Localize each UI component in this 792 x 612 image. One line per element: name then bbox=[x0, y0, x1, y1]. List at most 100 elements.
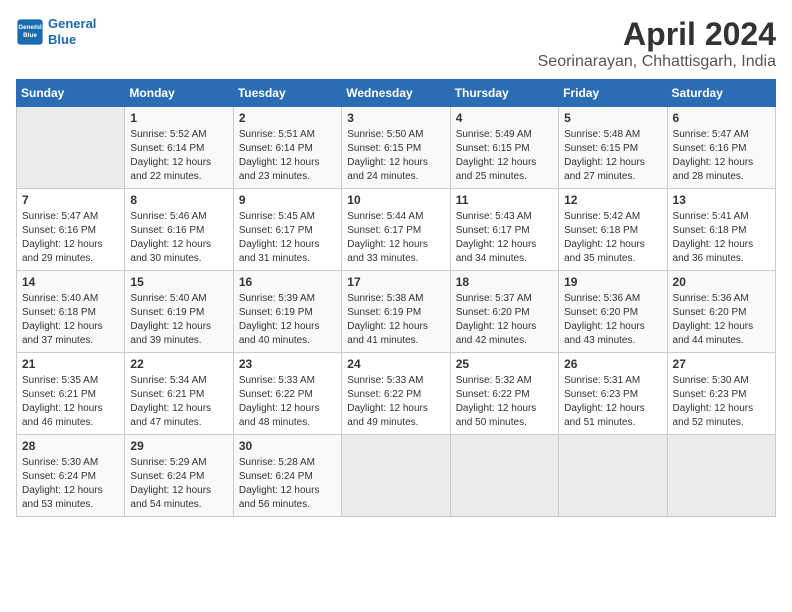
day-number: 10 bbox=[347, 193, 444, 207]
day-info: Sunrise: 5:36 AMSunset: 6:20 PMDaylight:… bbox=[673, 292, 770, 348]
day-info: Sunrise: 5:32 AMSunset: 6:22 PMDaylight:… bbox=[456, 374, 553, 430]
calendar-cell: 11 Sunrise: 5:43 AMSunset: 6:17 PMDayligh… bbox=[450, 189, 558, 271]
calendar-cell: 20 Sunrise: 5:36 AMSunset: 6:20 PMDayligh… bbox=[667, 271, 775, 353]
calendar-cell: 14 Sunrise: 5:40 AMSunset: 6:18 PMDayligh… bbox=[17, 271, 125, 353]
day-number: 29 bbox=[130, 439, 227, 453]
calendar-cell: 17Sunrise: 5:38 AMSunset: 6:19 PMDayligh… bbox=[342, 271, 450, 353]
day-info: Sunrise: 5:51 AMSunset: 6:14 PMDaylight:… bbox=[239, 128, 336, 184]
calendar-cell: 8 Sunrise: 5:46 AMSunset: 6:16 PMDaylight… bbox=[125, 189, 233, 271]
calendar-cell: 23 Sunrise: 5:33 AMSunset: 6:22 PMDayligh… bbox=[233, 353, 341, 435]
calendar-cell: 27Sunrise: 5:30 AMSunset: 6:23 PMDayligh… bbox=[667, 353, 775, 435]
week-row-5: 28 Sunrise: 5:30 AMSunset: 6:24 PMDayligh… bbox=[17, 435, 776, 517]
logo-line2: Blue bbox=[48, 32, 76, 47]
day-number: 25 bbox=[456, 357, 553, 371]
calendar-cell: 25 Sunrise: 5:32 AMSunset: 6:22 PMDayligh… bbox=[450, 353, 558, 435]
logo: General Blue General Blue bbox=[16, 16, 96, 47]
calendar-cell: 5Sunrise: 5:48 AMSunset: 6:15 PMDaylight… bbox=[559, 107, 667, 189]
logo-line1: General bbox=[48, 16, 96, 31]
day-info: Sunrise: 5:40 AMSunset: 6:19 PMDaylight:… bbox=[130, 292, 227, 348]
day-info: Sunrise: 5:50 AMSunset: 6:15 PMDaylight:… bbox=[347, 128, 444, 184]
day-number: 13 bbox=[673, 193, 770, 207]
calendar-table: SundayMondayTuesdayWednesdayThursdayFrid… bbox=[16, 79, 776, 517]
day-info: Sunrise: 5:31 AMSunset: 6:23 PMDaylight:… bbox=[564, 374, 661, 430]
day-number: 6 bbox=[673, 111, 770, 125]
day-number: 30 bbox=[239, 439, 336, 453]
week-row-1: 1 Sunrise: 5:52 AMSunset: 6:14 PMDaylight… bbox=[17, 107, 776, 189]
calendar-cell: 10Sunrise: 5:44 AMSunset: 6:17 PMDayligh… bbox=[342, 189, 450, 271]
day-number: 5 bbox=[564, 111, 661, 125]
day-info: Sunrise: 5:37 AMSunset: 6:20 PMDaylight:… bbox=[456, 292, 553, 348]
calendar-subtitle: Seorinarayan, Chhattisgarh, India bbox=[538, 53, 776, 71]
week-row-2: 7Sunrise: 5:47 AMSunset: 6:16 PMDaylight… bbox=[17, 189, 776, 271]
calendar-cell: 3 Sunrise: 5:50 AMSunset: 6:15 PMDaylight… bbox=[342, 107, 450, 189]
calendar-cell: 26 Sunrise: 5:31 AMSunset: 6:23 PMDayligh… bbox=[559, 353, 667, 435]
day-number: 8 bbox=[130, 193, 227, 207]
calendar-cell bbox=[450, 435, 558, 517]
day-info: Sunrise: 5:47 AMSunset: 6:16 PMDaylight:… bbox=[22, 210, 119, 266]
weekday-header-tuesday: Tuesday bbox=[233, 80, 341, 107]
header: General Blue General Blue April 2024 Seo… bbox=[16, 16, 776, 71]
day-info: Sunrise: 5:47 AMSunset: 6:16 PMDaylight:… bbox=[673, 128, 770, 184]
day-number: 3 bbox=[347, 111, 444, 125]
weekday-header-saturday: Saturday bbox=[667, 80, 775, 107]
day-info: Sunrise: 5:41 AMSunset: 6:18 PMDaylight:… bbox=[673, 210, 770, 266]
day-info: Sunrise: 5:43 AMSunset: 6:17 PMDaylight:… bbox=[456, 210, 553, 266]
logo-icon: General Blue bbox=[16, 18, 44, 46]
week-row-4: 21 Sunrise: 5:35 AMSunset: 6:21 PMDayligh… bbox=[17, 353, 776, 435]
calendar-cell: 13 Sunrise: 5:41 AMSunset: 6:18 PMDayligh… bbox=[667, 189, 775, 271]
weekday-header-row: SundayMondayTuesdayWednesdayThursdayFrid… bbox=[17, 80, 776, 107]
day-info: Sunrise: 5:33 AMSunset: 6:22 PMDaylight:… bbox=[239, 374, 336, 430]
calendar-cell: 7Sunrise: 5:47 AMSunset: 6:16 PMDaylight… bbox=[17, 189, 125, 271]
day-info: Sunrise: 5:52 AMSunset: 6:14 PMDaylight:… bbox=[130, 128, 227, 184]
day-number: 28 bbox=[22, 439, 119, 453]
day-info: Sunrise: 5:38 AMSunset: 6:19 PMDaylight:… bbox=[347, 292, 444, 348]
calendar-cell: 9Sunrise: 5:45 AMSunset: 6:17 PMDaylight… bbox=[233, 189, 341, 271]
day-info: Sunrise: 5:30 AMSunset: 6:24 PMDaylight:… bbox=[22, 456, 119, 512]
calendar-cell: 28 Sunrise: 5:30 AMSunset: 6:24 PMDayligh… bbox=[17, 435, 125, 517]
calendar-cell: 15 Sunrise: 5:40 AMSunset: 6:19 PMDayligh… bbox=[125, 271, 233, 353]
day-info: Sunrise: 5:40 AMSunset: 6:18 PMDaylight:… bbox=[22, 292, 119, 348]
day-info: Sunrise: 5:35 AMSunset: 6:21 PMDaylight:… bbox=[22, 374, 119, 430]
day-info: Sunrise: 5:29 AMSunset: 6:24 PMDaylight:… bbox=[130, 456, 227, 512]
calendar-cell: 19 Sunrise: 5:36 AMSunset: 6:20 PMDayligh… bbox=[559, 271, 667, 353]
calendar-cell: 30 Sunrise: 5:28 AMSunset: 6:24 PMDayligh… bbox=[233, 435, 341, 517]
day-number: 15 bbox=[130, 275, 227, 289]
weekday-header-wednesday: Wednesday bbox=[342, 80, 450, 107]
day-info: Sunrise: 5:28 AMSunset: 6:24 PMDaylight:… bbox=[239, 456, 336, 512]
calendar-title: April 2024 bbox=[538, 16, 776, 53]
day-info: Sunrise: 5:36 AMSunset: 6:20 PMDaylight:… bbox=[564, 292, 661, 348]
day-info: Sunrise: 5:34 AMSunset: 6:21 PMDaylight:… bbox=[130, 374, 227, 430]
weekday-header-thursday: Thursday bbox=[450, 80, 558, 107]
day-number: 19 bbox=[564, 275, 661, 289]
day-number: 16 bbox=[239, 275, 336, 289]
day-number: 11 bbox=[456, 193, 553, 207]
day-number: 21 bbox=[22, 357, 119, 371]
day-number: 26 bbox=[564, 357, 661, 371]
calendar-cell: 29 Sunrise: 5:29 AMSunset: 6:24 PMDayligh… bbox=[125, 435, 233, 517]
weekday-header-monday: Monday bbox=[125, 80, 233, 107]
calendar-cell: 6 Sunrise: 5:47 AMSunset: 6:16 PMDaylight… bbox=[667, 107, 775, 189]
svg-text:Blue: Blue bbox=[23, 31, 37, 38]
day-number: 4 bbox=[456, 111, 553, 125]
day-info: Sunrise: 5:33 AMSunset: 6:22 PMDaylight:… bbox=[347, 374, 444, 430]
calendar-cell: 4Sunrise: 5:49 AMSunset: 6:15 PMDaylight… bbox=[450, 107, 558, 189]
calendar-cell: 24Sunrise: 5:33 AMSunset: 6:22 PMDayligh… bbox=[342, 353, 450, 435]
calendar-cell: 22Sunrise: 5:34 AMSunset: 6:21 PMDayligh… bbox=[125, 353, 233, 435]
title-area: April 2024 Seorinarayan, Chhattisgarh, I… bbox=[538, 16, 776, 71]
calendar-cell bbox=[559, 435, 667, 517]
day-number: 14 bbox=[22, 275, 119, 289]
calendar-cell: 21 Sunrise: 5:35 AMSunset: 6:21 PMDayligh… bbox=[17, 353, 125, 435]
day-number: 27 bbox=[673, 357, 770, 371]
day-number: 9 bbox=[239, 193, 336, 207]
day-number: 12 bbox=[564, 193, 661, 207]
weekday-header-friday: Friday bbox=[559, 80, 667, 107]
day-number: 23 bbox=[239, 357, 336, 371]
day-number: 1 bbox=[130, 111, 227, 125]
day-number: 18 bbox=[456, 275, 553, 289]
day-number: 20 bbox=[673, 275, 770, 289]
calendar-cell: 2Sunrise: 5:51 AMSunset: 6:14 PMDaylight… bbox=[233, 107, 341, 189]
day-info: Sunrise: 5:46 AMSunset: 6:16 PMDaylight:… bbox=[130, 210, 227, 266]
calendar-cell: 12Sunrise: 5:42 AMSunset: 6:18 PMDayligh… bbox=[559, 189, 667, 271]
week-row-3: 14 Sunrise: 5:40 AMSunset: 6:18 PMDayligh… bbox=[17, 271, 776, 353]
weekday-header-sunday: Sunday bbox=[17, 80, 125, 107]
